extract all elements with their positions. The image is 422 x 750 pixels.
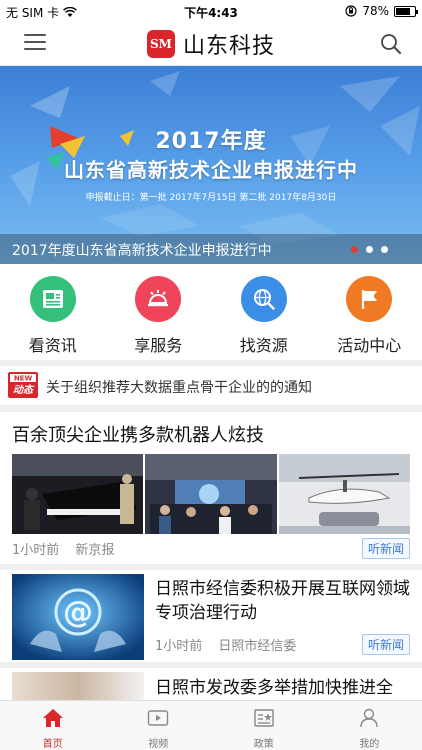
- tab-profile[interactable]: 我的: [317, 701, 422, 750]
- quick-link-label: 享服务: [134, 336, 183, 355]
- news-time: 1小时前: [155, 639, 203, 654]
- news-photo-exhibition: [145, 454, 277, 534]
- banner-caption: 2017年度山东省高新技术企业申报进行中: [12, 243, 272, 259]
- video-icon: [148, 710, 169, 726]
- app-logo: SM: [146, 30, 175, 58]
- listen-news-button[interactable]: 听新闻: [361, 538, 410, 559]
- quick-link-resources[interactable]: 找资源: [211, 264, 317, 360]
- news-photo-piano: [12, 454, 144, 534]
- quick-link-news[interactable]: 看资讯: [0, 264, 106, 360]
- badge-bottom-text: 动态: [13, 384, 35, 396]
- tab-label: 我的: [359, 739, 380, 750]
- banner-deadline: 申报截止日：第一批 2017年7月15日 第二批 2017年8月30日: [85, 193, 337, 203]
- news-title[interactable]: 百余顶尖企业携多款机器人炫技: [12, 421, 264, 447]
- news-badge-icon: NEW 动态: [8, 372, 38, 398]
- page-title: 山东科技: [182, 34, 275, 59]
- news-thumbnail: @: [12, 574, 144, 660]
- banner-headline: 山东省高新技术企业申报进行中: [64, 158, 358, 182]
- tab-label: 视频: [148, 739, 169, 750]
- news-icon: [29, 276, 76, 322]
- svg-text:@: @: [63, 595, 93, 630]
- battery-percent: 78%: [362, 4, 389, 18]
- quick-link-label: 找资源: [239, 336, 288, 355]
- tab-home[interactable]: 首页: [0, 701, 106, 750]
- notice-text[interactable]: 关于组织推荐大数据重点骨干企业的的通知: [46, 377, 312, 397]
- quick-link-events[interactable]: 活动中心: [317, 264, 422, 360]
- quick-links: 看资讯 享服务 找资源 活动中心: [0, 264, 422, 360]
- carousel-dot-3[interactable]: [381, 246, 388, 253]
- orientation-lock-icon: [345, 5, 357, 17]
- quick-link-label: 看资讯: [28, 336, 77, 355]
- policy-icon: [254, 709, 274, 727]
- news-image-row: [12, 454, 410, 534]
- app-screen: 无 SIM 卡 下午4:43 78% SM 山东科技 2017年度 山东省高新技…: [0, 0, 422, 750]
- tab-label: 政策: [253, 739, 274, 750]
- carousel-dot-1[interactable]: [351, 246, 358, 253]
- news-title[interactable]: 日照市发改委多举措加快推进全: [155, 676, 417, 700]
- news-meta: 1小时前 日照市经信委: [155, 635, 308, 654]
- banner-year-title: 2017年度: [155, 129, 267, 154]
- badge-top-text: NEW: [14, 375, 33, 383]
- battery-icon: [394, 5, 418, 17]
- banner-carousel[interactable]: 2017年度 山东省高新技术企业申报进行中 申报截止日：第一批 2017年7月1…: [0, 66, 422, 264]
- news-title[interactable]: 日照市经信委积极开展互联网领域专项治理行动: [155, 577, 417, 625]
- search-icon[interactable]: [380, 33, 402, 55]
- brand: SM 山东科技: [0, 28, 422, 60]
- flag-icon: [346, 276, 393, 322]
- carousel-dot-2[interactable]: [366, 246, 373, 253]
- service-bell-icon: [135, 276, 182, 322]
- quick-link-label: 活动中心: [337, 336, 402, 355]
- news-source: 新京报: [75, 543, 115, 558]
- notice-bar[interactable]: NEW 动态 关于组织推荐大数据重点骨干企业的的通知: [0, 366, 422, 406]
- banner-caption-bar: 2017年度山东省高新技术企业申报进行中: [0, 234, 422, 264]
- news-photo-drone: [278, 454, 410, 534]
- quick-link-service[interactable]: 享服务: [106, 264, 212, 360]
- top-nav-bar: SM 山东科技: [0, 22, 422, 66]
- user-icon: [360, 708, 378, 728]
- news-item[interactable]: 百余顶尖企业携多款机器人炫技 1小时前 新京报 听新闻: [0, 412, 422, 564]
- news-time: 1小时前: [12, 543, 60, 558]
- globe-search-icon: [240, 276, 287, 322]
- home-icon: [42, 709, 63, 727]
- news-item[interactable]: @ 日照市经信委积极开展互联网领域专项治理行动 1小时前 日照市经信委 听新闻: [0, 564, 422, 662]
- news-meta: 1小时前 新京报: [12, 539, 126, 558]
- news-item[interactable]: 日照市发改委多举措加快推进全: [0, 662, 422, 706]
- carousel-indicator[interactable]: [351, 246, 388, 253]
- news-source: 日照市经信委: [218, 639, 297, 654]
- bottom-tab-bar: 首页 视频 政策 我的: [0, 700, 422, 750]
- tab-policy[interactable]: 政策: [211, 701, 317, 750]
- listen-news-button[interactable]: 听新闻: [361, 634, 410, 655]
- status-bar: 无 SIM 卡 下午4:43 78%: [0, 0, 422, 22]
- tab-video[interactable]: 视频: [106, 701, 212, 750]
- tab-label: 首页: [42, 739, 63, 750]
